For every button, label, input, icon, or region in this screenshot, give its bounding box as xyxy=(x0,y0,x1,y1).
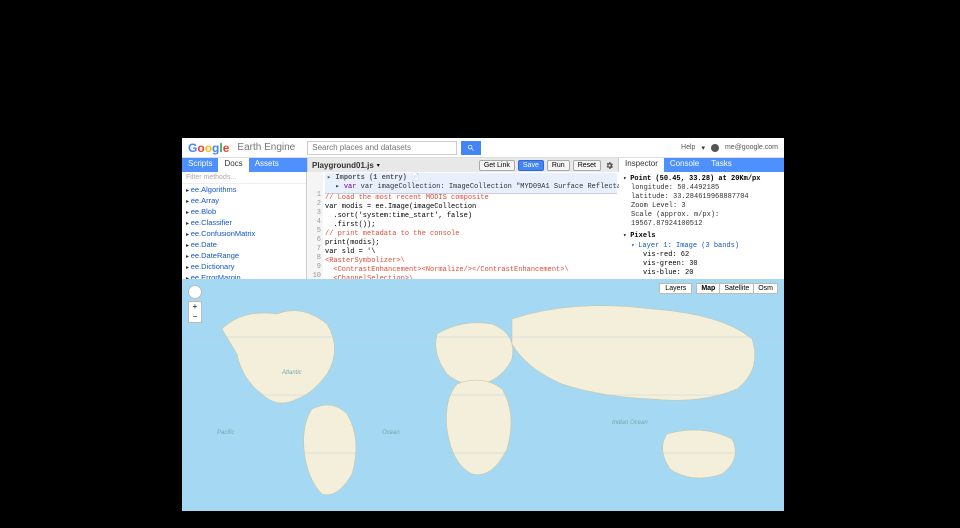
docs-item[interactable]: ee.Classifier xyxy=(182,217,306,228)
annotation-line xyxy=(155,172,183,173)
filter-input[interactable]: Filter methods... xyxy=(182,172,306,184)
avatar[interactable] xyxy=(711,144,719,152)
user-email: me@google.com xyxy=(725,144,778,151)
filename: Playground01.js xyxy=(312,161,374,170)
tab-docs[interactable]: Docs xyxy=(218,158,248,172)
search-wrap xyxy=(307,141,675,155)
reset-button[interactable]: Reset xyxy=(573,160,601,171)
left-panel-tabs: Scripts Docs Assets xyxy=(182,158,307,172)
maptype-osm[interactable]: Osm xyxy=(754,283,778,294)
point-lon: longitude: 50.4492185 xyxy=(623,184,780,193)
docs-list: ee.Algorithmsee.Arrayee.Blobee.Classifie… xyxy=(182,184,306,279)
pixels-layer[interactable]: Layer 1: Image (3 bands) xyxy=(623,241,780,251)
map[interactable]: Atlantic Ocean Indian Ocean Pacific + − … xyxy=(182,279,784,511)
tab-assets[interactable]: Assets xyxy=(249,158,285,172)
docs-item[interactable]: ee.ConfusionMatrix xyxy=(182,228,306,239)
tab-scripts[interactable]: Scripts xyxy=(182,158,218,172)
docs-item[interactable]: ee.Date xyxy=(182,239,306,250)
svg-text:Indian Ocean: Indian Ocean xyxy=(612,420,648,426)
annotation-line xyxy=(223,10,224,150)
layers-button[interactable]: Layers xyxy=(659,283,692,294)
dropdown-icon[interactable]: ▾ xyxy=(377,162,380,169)
search-input[interactable] xyxy=(307,141,457,155)
world-map-svg: Atlantic Ocean Indian Ocean Pacific xyxy=(182,279,784,511)
zoom-out-button[interactable]: − xyxy=(189,312,201,322)
map-zoom-controls: + − xyxy=(188,285,202,323)
docs-item[interactable]: ee.Array xyxy=(182,195,306,206)
getlink-button[interactable]: Get Link xyxy=(479,160,515,171)
docs-item[interactable]: ee.Algorithms xyxy=(182,184,306,195)
code-area[interactable]: ▸ Imports (1 entry) 📄 ▸ var var imageCol… xyxy=(323,172,619,279)
svg-text:Atlantic: Atlantic xyxy=(281,370,302,376)
editor-toolbar: Playground01.js ▾ Get Link Save Run Rese… xyxy=(307,158,619,172)
tab-tasks[interactable]: Tasks xyxy=(705,158,737,172)
docs-panel: Filter methods... ee.Algorithmsee.Arraye… xyxy=(182,172,307,279)
save-button[interactable]: Save xyxy=(518,160,544,171)
annotation-line xyxy=(762,10,763,142)
band-green: vis-green: 30 xyxy=(623,260,780,269)
header-right: Help ▾ me@google.com xyxy=(681,144,778,152)
google-logo: G o o g l e xyxy=(188,141,229,155)
docs-item[interactable]: ee.DateRange xyxy=(182,250,306,261)
code-editor[interactable]: 1234567891011121314151617181920 ▸ Import… xyxy=(307,172,619,279)
main-panels: Filter methods... ee.Algorithmsee.Arraye… xyxy=(182,172,784,279)
docs-item[interactable]: ee.Dictionary xyxy=(182,261,306,272)
maptype-satellite[interactable]: Satellite xyxy=(720,283,754,294)
product-name: Earth Engine xyxy=(237,142,295,153)
maptype-map[interactable]: Map xyxy=(696,283,720,294)
annotation-line xyxy=(155,320,183,321)
point-lat: latitude: 33.284619968887704 xyxy=(623,193,780,202)
band-red: vis-red: 62 xyxy=(623,251,780,260)
annotation-line xyxy=(660,10,661,158)
help-link[interactable]: Help xyxy=(681,144,695,151)
inspector-panel: Point (50.45, 33.28) at 20Km/px longitud… xyxy=(619,172,784,279)
annotation-line xyxy=(440,10,441,142)
tab-console[interactable]: Console xyxy=(664,158,705,172)
app-window: G o o g l e Earth Engine Help ▾ me@googl… xyxy=(182,138,784,511)
run-button[interactable]: Run xyxy=(547,160,570,171)
map-top-right: Layers Map Satellite Osm xyxy=(659,283,778,294)
annotation-line xyxy=(493,10,494,142)
band-blue: vis-blue: 20 xyxy=(623,269,780,278)
point-header: Point (50.45, 33.28) at 20Km/px xyxy=(623,174,780,184)
gear-icon[interactable] xyxy=(604,160,614,170)
map-type-toggle: Map Satellite Osm xyxy=(696,283,778,294)
svg-text:Pacific: Pacific xyxy=(217,430,235,436)
pan-control[interactable] xyxy=(188,285,202,299)
header: G o o g l e Earth Engine Help ▾ me@googl… xyxy=(182,138,784,158)
search-icon xyxy=(467,144,475,152)
annotation-line xyxy=(595,15,596,155)
docs-item[interactable]: ee.Blob xyxy=(182,206,306,217)
toolbar-row: Scripts Docs Assets Playground01.js ▾ Ge… xyxy=(182,158,784,172)
annotation-line xyxy=(521,24,522,154)
annotation-line xyxy=(155,300,183,301)
svg-text:Ocean: Ocean xyxy=(382,430,400,436)
point-zoom: Zoom Level: 3 xyxy=(623,202,780,211)
line-gutter: 1234567891011121314151617181920 xyxy=(307,172,323,279)
point-scale: Scale (approx. m/px): 19567.87924100512 xyxy=(623,211,780,229)
zoom-in-button[interactable]: + xyxy=(189,302,201,312)
docs-item[interactable]: ee.ErrorMargin xyxy=(182,272,306,279)
right-panel-tabs: Inspector Console Tasks xyxy=(619,158,784,172)
pixels-header[interactable]: Pixels xyxy=(623,231,780,241)
search-button[interactable] xyxy=(461,141,481,155)
tab-inspector[interactable]: Inspector xyxy=(619,158,664,172)
annotation-line xyxy=(468,24,469,142)
annotation-line xyxy=(734,24,735,142)
annotation-line xyxy=(155,220,183,221)
